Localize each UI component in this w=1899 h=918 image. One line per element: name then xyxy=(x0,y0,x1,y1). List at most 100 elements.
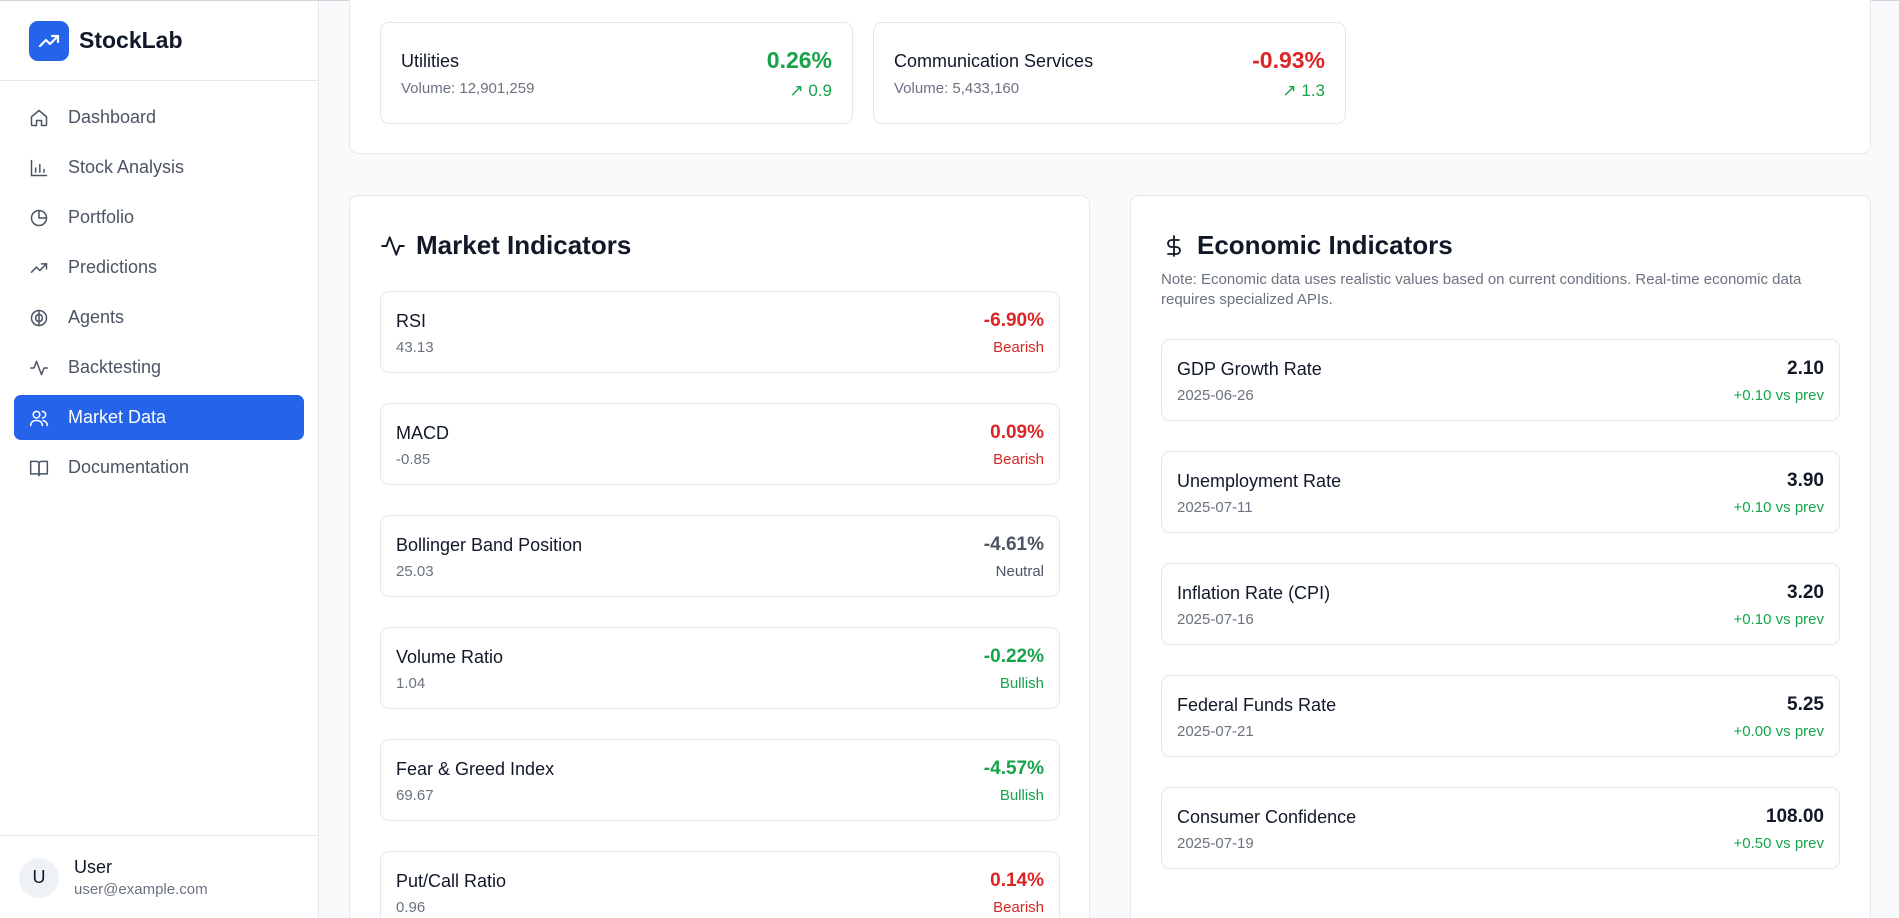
indicator-name: Bollinger Band Position xyxy=(396,535,583,555)
indicator-name: Volume Ratio xyxy=(396,647,504,667)
economic-indicator-card[interactable]: Unemployment Rate 2025-07-11 3.90 +0.10 … xyxy=(1161,451,1840,533)
indicator-value: 25.03 xyxy=(396,563,434,580)
economic-indicator-card[interactable]: Federal Funds Rate 2025-07-21 5.25 +0.00… xyxy=(1161,675,1840,757)
indicator-card[interactable]: Bollinger Band Position 25.03 -4.61% Neu… xyxy=(380,515,1060,597)
indicator-date: 2025-07-21 xyxy=(1177,723,1254,740)
sidebar-item-documentation[interactable]: Documentation xyxy=(14,445,304,490)
sidebar-item-dashboard[interactable]: Dashboard xyxy=(14,95,304,140)
bar-chart-icon xyxy=(29,158,49,178)
indicator-value: 43.13 xyxy=(396,339,434,356)
sector-volume: Volume: 12,901,259 xyxy=(401,80,535,97)
indicator-date: 2025-07-16 xyxy=(1177,611,1254,628)
indicator-date: 2025-07-11 xyxy=(1177,499,1253,516)
indicator-value: 69.67 xyxy=(396,787,434,804)
indicator-value: 3.90 xyxy=(1787,470,1824,491)
indicator-delta: +0.10 vs prev xyxy=(1733,611,1824,628)
sidebar-item-label: Market Data xyxy=(68,407,167,427)
market-indicators-panel: Market Indicators RSI 43.13 -6.90% Beari… xyxy=(349,195,1090,918)
sidebar-item-label: Backtesting xyxy=(68,357,162,377)
indicator-change: -4.57% xyxy=(983,758,1044,779)
indicator-name: GDP Growth Rate xyxy=(1177,359,1322,379)
trending-up-icon xyxy=(29,258,49,278)
user-email: user@example.com xyxy=(74,881,208,898)
indicator-card[interactable]: RSI 43.13 -6.90% Bearish xyxy=(380,291,1060,373)
indicator-card[interactable]: Volume Ratio 1.04 -0.22% Bullish xyxy=(380,627,1060,709)
activity-icon xyxy=(380,233,406,259)
app-root: StockLab Dashboard Stock Analysis Portfo… xyxy=(0,0,1899,918)
avatar: U xyxy=(19,857,59,898)
indicator-signal: Bearish xyxy=(993,899,1044,916)
activity-icon xyxy=(29,358,49,378)
sidebar-item-agents[interactable]: Agents xyxy=(14,295,304,340)
indicator-name: Fear & Greed Index xyxy=(396,759,555,779)
users-icon xyxy=(29,408,49,428)
indicator-signal: Bullish xyxy=(999,675,1044,692)
indicator-value: 5.25 xyxy=(1787,694,1824,715)
sidebar-item-market-data[interactable]: Market Data xyxy=(14,395,304,440)
indicator-name: Federal Funds Rate xyxy=(1177,695,1337,715)
sidebar-item-label: Agents xyxy=(68,307,125,327)
sector-change: ↗ 0.9 xyxy=(789,81,832,100)
indicator-value: 108.00 xyxy=(1765,806,1824,827)
sidebar-item-label: Dashboard xyxy=(68,107,157,127)
user-profile[interactable]: U User user@example.com xyxy=(0,835,318,918)
indicator-delta: +0.10 vs prev xyxy=(1733,387,1824,404)
indicator-value: 2.10 xyxy=(1787,358,1824,379)
panel-title: Economic Indicators xyxy=(1161,230,1453,261)
indicator-name: Inflation Rate (CPI) xyxy=(1177,583,1331,603)
sector-performance-panel: Utilities Volume: 12,901,259 0.26% ↗ 0.9… xyxy=(349,0,1871,154)
sidebar-item-portfolio[interactable]: Portfolio xyxy=(14,195,304,240)
user-name: User xyxy=(74,857,113,877)
sector-volume: Volume: 5,433,160 xyxy=(894,80,1020,97)
brand[interactable]: StockLab xyxy=(0,1,318,81)
indicator-value: 1.04 xyxy=(396,675,426,692)
indicator-change: 0.09% xyxy=(990,422,1044,443)
indicator-change: -6.90% xyxy=(983,310,1044,331)
sector-name: Utilities xyxy=(401,51,460,71)
indicator-delta: +0.50 vs prev xyxy=(1733,835,1824,852)
economic-data-note: Note: Economic data uses realistic value… xyxy=(1161,271,1802,308)
indicator-delta: +0.10 vs prev xyxy=(1733,499,1824,516)
indicator-name: MACD xyxy=(396,423,449,443)
sidebar-nav: Dashboard Stock Analysis Portfolio Predi… xyxy=(0,81,318,490)
sector-card[interactable]: Communication Services Volume: 5,433,160… xyxy=(873,22,1346,124)
economic-indicator-card[interactable]: GDP Growth Rate 2025-06-26 2.10 +0.10 vs… xyxy=(1161,339,1840,421)
sector-change: ↗ 1.3 xyxy=(1282,81,1325,100)
indicator-card[interactable]: Fear & Greed Index 69.67 -4.57% Bullish xyxy=(380,739,1060,821)
indicator-card[interactable]: MACD -0.85 0.09% Bearish xyxy=(380,403,1060,485)
indicator-date: 2025-06-26 xyxy=(1177,387,1254,404)
pie-chart-icon xyxy=(29,208,49,228)
brain-icon xyxy=(29,308,49,328)
economic-indicator-card[interactable]: Inflation Rate (CPI) 2025-07-16 3.20 +0.… xyxy=(1161,563,1840,645)
indicator-name: Consumer Confidence xyxy=(1177,807,1357,827)
indicator-signal: Bullish xyxy=(999,787,1044,804)
indicator-delta: +0.00 vs prev xyxy=(1733,723,1824,740)
economic-indicators-title: Economic Indicators xyxy=(1197,230,1453,260)
brand-name: StockLab xyxy=(79,27,183,53)
sector-card[interactable]: Utilities Volume: 12,901,259 0.26% ↗ 0.9 xyxy=(380,22,853,124)
indicator-change: -4.61% xyxy=(983,534,1044,555)
book-icon xyxy=(29,458,49,478)
sidebar-item-stock-analysis[interactable]: Stock Analysis xyxy=(14,145,304,190)
panel-title: Market Indicators xyxy=(380,230,631,261)
indicator-signal: Neutral xyxy=(995,563,1044,580)
economic-indicator-card[interactable]: Consumer Confidence 2025-07-19 108.00 +0… xyxy=(1161,787,1840,869)
indicator-date: 2025-07-19 xyxy=(1177,835,1254,852)
dollar-icon xyxy=(1161,233,1187,259)
indicator-value: -0.85 xyxy=(396,451,431,468)
indicator-change: 0.14% xyxy=(990,870,1044,891)
indicator-card[interactable]: Put/Call Ratio 0.96 0.14% Bearish xyxy=(380,851,1060,918)
user-info: User user@example.com xyxy=(74,857,208,898)
indicator-name: Unemployment Rate xyxy=(1177,471,1342,491)
sidebar-item-label: Predictions xyxy=(68,257,158,277)
indicator-value: 3.20 xyxy=(1787,582,1824,603)
indicator-name: RSI xyxy=(396,311,427,331)
sector-change-percent: 0.26% xyxy=(766,47,832,73)
home-icon xyxy=(29,108,49,128)
indicator-change: -0.22% xyxy=(983,646,1044,667)
indicator-name: Put/Call Ratio xyxy=(396,871,507,891)
sidebar-item-predictions[interactable]: Predictions xyxy=(14,245,304,290)
indicator-signal: Bearish xyxy=(993,339,1044,356)
trending-up-icon xyxy=(29,20,69,61)
sidebar-item-backtesting[interactable]: Backtesting xyxy=(14,345,304,390)
